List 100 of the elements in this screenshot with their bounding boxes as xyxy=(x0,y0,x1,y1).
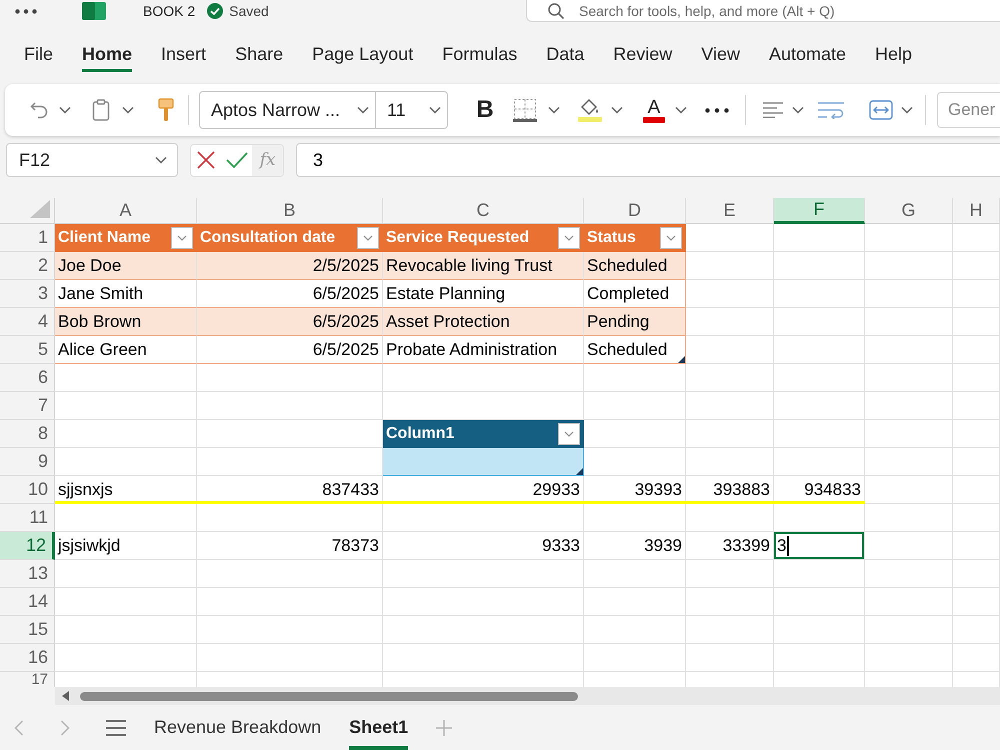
spreadsheet-cell[interactable] xyxy=(774,504,865,532)
spreadsheet-cell[interactable] xyxy=(55,364,197,392)
spreadsheet-cell[interactable] xyxy=(953,644,1000,672)
column-header[interactable]: E xyxy=(686,198,774,224)
row-header[interactable]: 5 xyxy=(0,336,55,364)
spreadsheet-cell[interactable] xyxy=(686,280,774,308)
app-logo-icon[interactable] xyxy=(82,2,106,20)
spreadsheet-cell[interactable] xyxy=(953,252,1000,280)
spreadsheet-cell[interactable] xyxy=(55,644,197,672)
plus-icon[interactable] xyxy=(436,720,452,736)
spreadsheet-cell[interactable] xyxy=(197,420,383,448)
spreadsheet-cell[interactable] xyxy=(953,224,1000,252)
spreadsheet-cell[interactable] xyxy=(865,616,953,644)
spreadsheet-cell[interactable] xyxy=(383,644,584,672)
scroll-left-icon[interactable] xyxy=(62,691,69,701)
document-title[interactable]: BOOK 2 xyxy=(143,3,196,19)
spreadsheet-cell[interactable] xyxy=(383,392,584,420)
menu-tab[interactable]: File xyxy=(24,34,54,72)
spreadsheet-cell[interactable] xyxy=(55,392,197,420)
spreadsheet-cell[interactable] xyxy=(865,532,953,560)
row-header[interactable]: 12 xyxy=(0,532,55,560)
spreadsheet-cell[interactable] xyxy=(865,588,953,616)
spreadsheet-cell[interactable] xyxy=(584,504,686,532)
filter-button[interactable] xyxy=(660,226,682,248)
table-cell[interactable]: Probate Administration xyxy=(383,336,584,364)
font-size-dropdown[interactable]: 11 xyxy=(376,91,448,129)
row-header[interactable]: 15 xyxy=(0,616,55,644)
spreadsheet-cell[interactable] xyxy=(197,504,383,532)
sheet-tab[interactable]: Sheet1 xyxy=(349,705,408,750)
align-button[interactable] xyxy=(762,102,804,118)
spreadsheet-cell[interactable] xyxy=(686,504,774,532)
table-cell[interactable] xyxy=(383,448,584,476)
spreadsheet-cell[interactable] xyxy=(686,364,774,392)
spreadsheet-cell[interactable] xyxy=(774,336,865,364)
scrollbar-thumb[interactable] xyxy=(80,692,578,700)
spreadsheet-cell[interactable] xyxy=(383,616,584,644)
row-header[interactable]: 9 xyxy=(0,448,55,476)
table-cell[interactable]: Revocable living Trust xyxy=(383,252,584,280)
spreadsheet-cell[interactable] xyxy=(865,280,953,308)
filter-button[interactable] xyxy=(558,226,580,248)
spreadsheet-cell[interactable] xyxy=(55,588,197,616)
spreadsheet-cell[interactable] xyxy=(584,644,686,672)
menu-tab[interactable]: Insert xyxy=(161,34,206,72)
spreadsheet-cell[interactable] xyxy=(584,588,686,616)
filter-button[interactable] xyxy=(357,226,379,248)
spreadsheet-cell[interactable] xyxy=(774,252,865,280)
table-cell[interactable]: Estate Planning xyxy=(383,280,584,308)
wrap-text-button[interactable] xyxy=(817,101,845,119)
spreadsheet-cell[interactable] xyxy=(584,448,686,476)
row-header[interactable]: 16 xyxy=(0,644,55,672)
spreadsheet-cell[interactable] xyxy=(953,588,1000,616)
table-cell[interactable]: Alice Green xyxy=(55,336,197,364)
table-cell[interactable]: Joe Doe xyxy=(55,252,197,280)
table-cell[interactable]: 2/5/2025 xyxy=(197,252,383,280)
spreadsheet-cell[interactable] xyxy=(865,364,953,392)
borders-button[interactable] xyxy=(513,98,560,122)
row-header[interactable]: 3 xyxy=(0,280,55,308)
spreadsheet-cell[interactable] xyxy=(197,392,383,420)
spreadsheet-cell[interactable] xyxy=(774,644,865,672)
spreadsheet-cell[interactable] xyxy=(865,420,953,448)
row-header[interactable]: 14 xyxy=(0,588,55,616)
spreadsheet-cell[interactable] xyxy=(774,308,865,336)
menu-tab[interactable]: View xyxy=(701,34,740,72)
spreadsheet-cell[interactable] xyxy=(774,448,865,476)
spreadsheet-cell[interactable] xyxy=(865,644,953,672)
spreadsheet-cell[interactable] xyxy=(197,448,383,476)
table-cell[interactable]: Pending xyxy=(584,308,686,336)
menu-tab[interactable]: Automate xyxy=(768,34,846,72)
row-header[interactable]: 8 xyxy=(0,420,55,448)
column-header[interactable]: H xyxy=(953,198,1000,224)
select-all-icon[interactable] xyxy=(30,200,50,218)
menu-tab[interactable]: Help xyxy=(875,34,912,72)
spreadsheet-cell[interactable] xyxy=(383,504,584,532)
spreadsheet-cell[interactable] xyxy=(55,504,197,532)
spreadsheet-cell[interactable] xyxy=(584,560,686,588)
table-cell[interactable]: 6/5/2025 xyxy=(197,336,383,364)
more-icon[interactable] xyxy=(15,8,37,14)
spreadsheet-cell[interactable] xyxy=(865,476,953,504)
spreadsheet-cell[interactable] xyxy=(865,448,953,476)
spreadsheet-cell[interactable] xyxy=(686,392,774,420)
row-header[interactable]: 13 xyxy=(0,560,55,588)
spreadsheet-cell[interactable] xyxy=(953,336,1000,364)
row-header[interactable]: 7 xyxy=(0,392,55,420)
column-header[interactable]: D xyxy=(584,198,686,224)
table-cell[interactable]: Completed xyxy=(584,280,686,308)
spreadsheet-cell[interactable] xyxy=(197,364,383,392)
spreadsheet-cell[interactable] xyxy=(774,616,865,644)
format-painter-button[interactable] xyxy=(158,98,174,122)
name-box[interactable]: F12 xyxy=(6,143,178,177)
spreadsheet-cell[interactable] xyxy=(686,588,774,616)
row-header[interactable]: 11 xyxy=(0,504,55,532)
column-header[interactable]: A xyxy=(55,198,197,224)
menu-icon[interactable] xyxy=(106,720,126,736)
spreadsheet-cell[interactable] xyxy=(774,420,865,448)
menu-tab[interactable]: Formulas xyxy=(442,34,518,72)
spreadsheet-cell[interactable] xyxy=(584,420,686,448)
menu-tab[interactable]: Page Layout xyxy=(312,34,414,72)
spreadsheet-cell[interactable] xyxy=(953,308,1000,336)
spreadsheet-cell[interactable] xyxy=(774,364,865,392)
spreadsheet-cell[interactable] xyxy=(953,504,1000,532)
